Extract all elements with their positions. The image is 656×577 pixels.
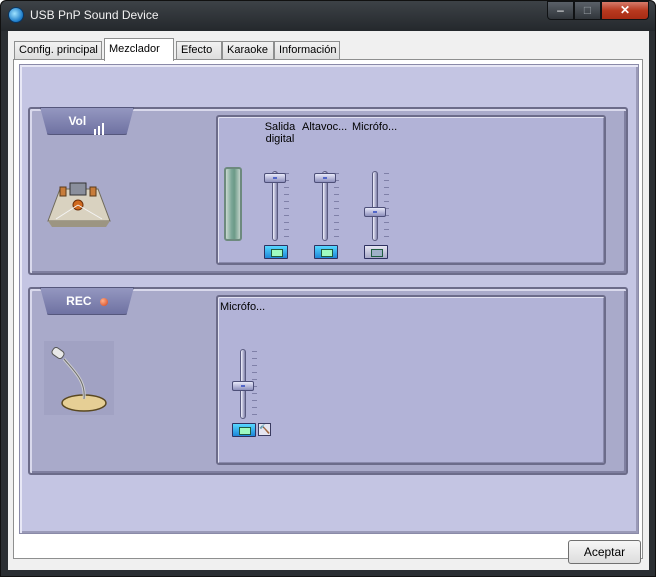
volume-panel-label: Vol — [40, 107, 134, 135]
recording-panel-label: REC — [40, 287, 134, 315]
record-dot-icon — [99, 297, 108, 306]
recording-label-text: REC — [66, 294, 92, 308]
app-window: USB PnP Sound Device – □ ✕ Config. princ… — [0, 0, 656, 577]
slider-ticks — [334, 173, 339, 239]
accept-button[interactable]: Aceptar — [568, 540, 641, 564]
volume-bars-icon — [93, 109, 106, 135]
slider-microfono-playback[interactable] — [364, 171, 389, 241]
mute-toggle-altavoces[interactable] — [314, 245, 338, 259]
slider-ticks — [384, 173, 389, 239]
slider-thumb[interactable] — [232, 381, 254, 391]
recording-channels: Micrófo... 🔨 — [216, 295, 606, 465]
volume-panel: Vol Salida digital Altavoc... Micrófo... — [28, 107, 628, 275]
microphone-icon — [44, 341, 114, 415]
advanced-settings-button[interactable]: 🔨 — [258, 423, 271, 436]
slider-altavoces[interactable] — [314, 171, 339, 241]
tab-informacion[interactable]: Información — [274, 41, 340, 60]
tab-mezclador[interactable]: Mezclador — [104, 38, 174, 61]
select-toggle-microfono-rec[interactable] — [232, 423, 256, 437]
mixer-area: Vol Salida digital Altavoc... Micrófo...… — [19, 64, 639, 534]
level-meter — [224, 167, 242, 241]
mixer-tab-page: Vol Salida digital Altavoc... Micrófo...… — [13, 59, 643, 559]
speaker-room-icon — [47, 182, 111, 227]
slider-salida-digital[interactable] — [264, 171, 289, 241]
channel-label-microfono: Micrófo... — [352, 121, 398, 133]
tab-karaoke[interactable]: Karaoke — [222, 41, 274, 60]
mute-toggle-salida-digital[interactable] — [264, 245, 288, 259]
slider-thumb[interactable] — [314, 173, 336, 183]
maximize-button[interactable]: □ — [574, 1, 601, 20]
channel-label-salida-digital: Salida digital — [264, 121, 296, 145]
window-title: USB PnP Sound Device — [30, 8, 159, 22]
close-button[interactable]: ✕ — [601, 1, 649, 20]
slider-microfono-rec[interactable] — [232, 349, 257, 419]
app-icon — [8, 7, 24, 23]
title-bar[interactable]: USB PnP Sound Device – □ ✕ — [1, 1, 655, 31]
slider-ticks — [284, 173, 289, 239]
minimize-button[interactable]: – — [547, 1, 574, 20]
slider-thumb[interactable] — [364, 207, 386, 217]
volume-label-text: Vol — [68, 114, 87, 128]
slider-thumb[interactable] — [264, 173, 286, 183]
tab-config-principal[interactable]: Config. principal — [14, 41, 102, 60]
channel-label-microfono-rec: Micrófo... — [220, 301, 266, 313]
mute-toggle-microfono-playback[interactable] — [364, 245, 388, 259]
recording-panel: REC Micrófo... 🔨 — [28, 287, 628, 475]
playback-channels: Salida digital Altavoc... Micrófo... — [216, 115, 606, 265]
tab-efecto[interactable]: Efecto — [176, 41, 222, 60]
channel-label-altavoces: Altavoc... — [302, 121, 348, 133]
dialog-client: Config. principal Mezclador Efecto Karao… — [8, 31, 649, 570]
slider-track — [372, 171, 378, 241]
